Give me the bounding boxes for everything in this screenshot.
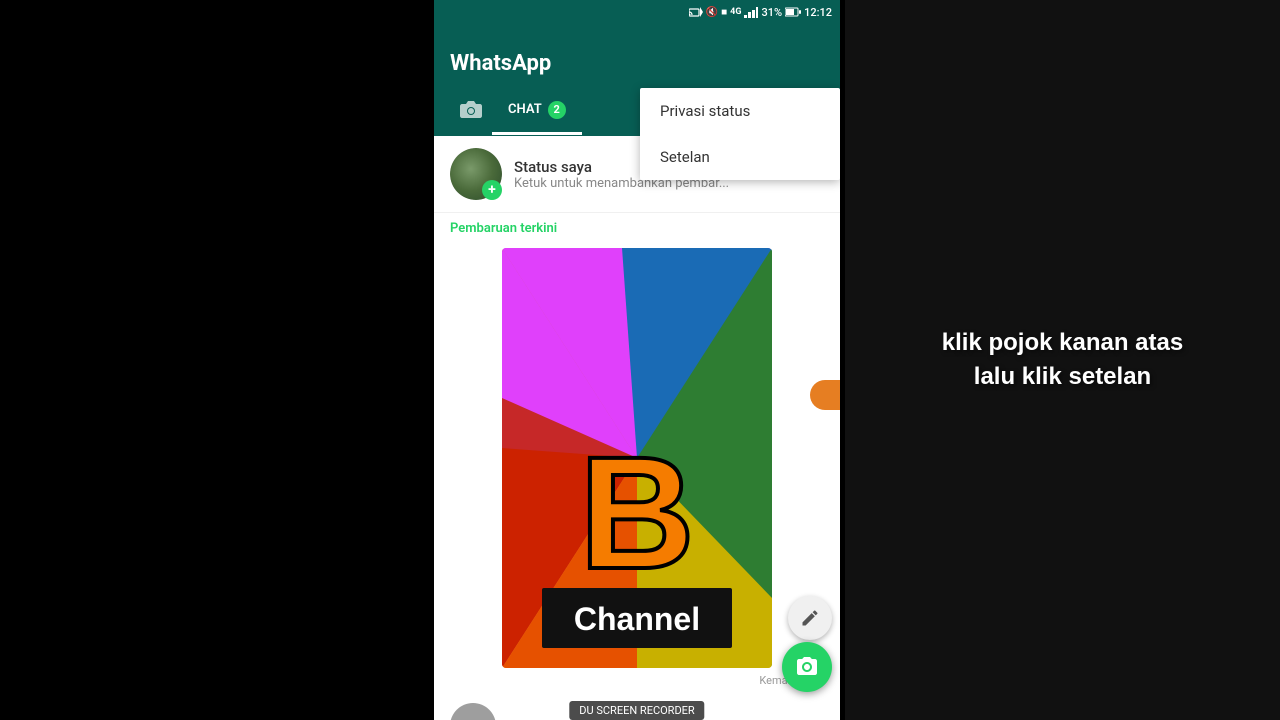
tab-chat[interactable]: CHAT 2 [492,87,582,135]
scroll-indicator[interactable] [810,380,840,410]
pencil-icon [800,608,820,628]
status-icons: 🔇 ■ 4G 31% 12:12 [689,6,832,19]
mute-icon: 🔇 [706,7,718,18]
compose-button[interactable] [788,596,832,640]
sim-icon: ■ [721,7,727,18]
camera-tab-icon [460,100,482,118]
svg-text:B: B [579,423,695,602]
status-bar: 🔇 ■ 4G 31% 12:12 [434,0,840,24]
app-title: WhatsApp [450,51,551,88]
battery-pct: 31% [761,6,782,19]
svg-text:Channel: Channel [574,601,700,637]
annotation-line1: klik pojok kanan atas [942,329,1183,356]
channel-thumbnail: B Channel [502,248,772,668]
chat-badge: 2 [548,101,566,119]
signal-icon [744,7,758,18]
channel-area[interactable]: B Channel Kemarin 5:22 [434,244,840,691]
b-channel-logo: B Channel [502,248,772,668]
wa-header: WhatsApp [434,24,840,88]
annotation-line2: lalu klik setelan [974,363,1151,390]
du-recorder-badge: DU SCREEN RECORDER [569,701,704,720]
camera-fab-button[interactable] [782,642,832,692]
network-type: 4G [730,7,741,17]
dropdown-menu: Privasi status Setelan [640,88,840,180]
add-icon: + [488,182,496,198]
tab-camera[interactable] [450,100,492,123]
annotation-text: klik pojok kanan atas lalu klik setelan [922,306,1203,413]
camera-fab-icon [795,655,819,679]
tab-chat-label: CHAT [508,102,542,117]
updates-label: Pembaruan terkini [434,213,840,244]
dropdown-setelan[interactable]: Setelan [640,134,840,180]
phone-screen: 🔇 ■ 4G 31% 12:12 WhatsApp [434,0,840,720]
dropdown-privasi[interactable]: Privasi status [640,88,840,134]
right-annotation-panel: klik pojok kanan atas lalu klik setelan [845,0,1280,720]
battery-icon [785,7,801,17]
add-status-button[interactable]: + [482,180,502,200]
cast-icon [689,7,703,17]
chat-avatar-1 [450,703,496,720]
my-avatar-container: + [450,148,502,200]
clock: 12:12 [804,6,832,19]
left-black-panel [0,0,434,720]
